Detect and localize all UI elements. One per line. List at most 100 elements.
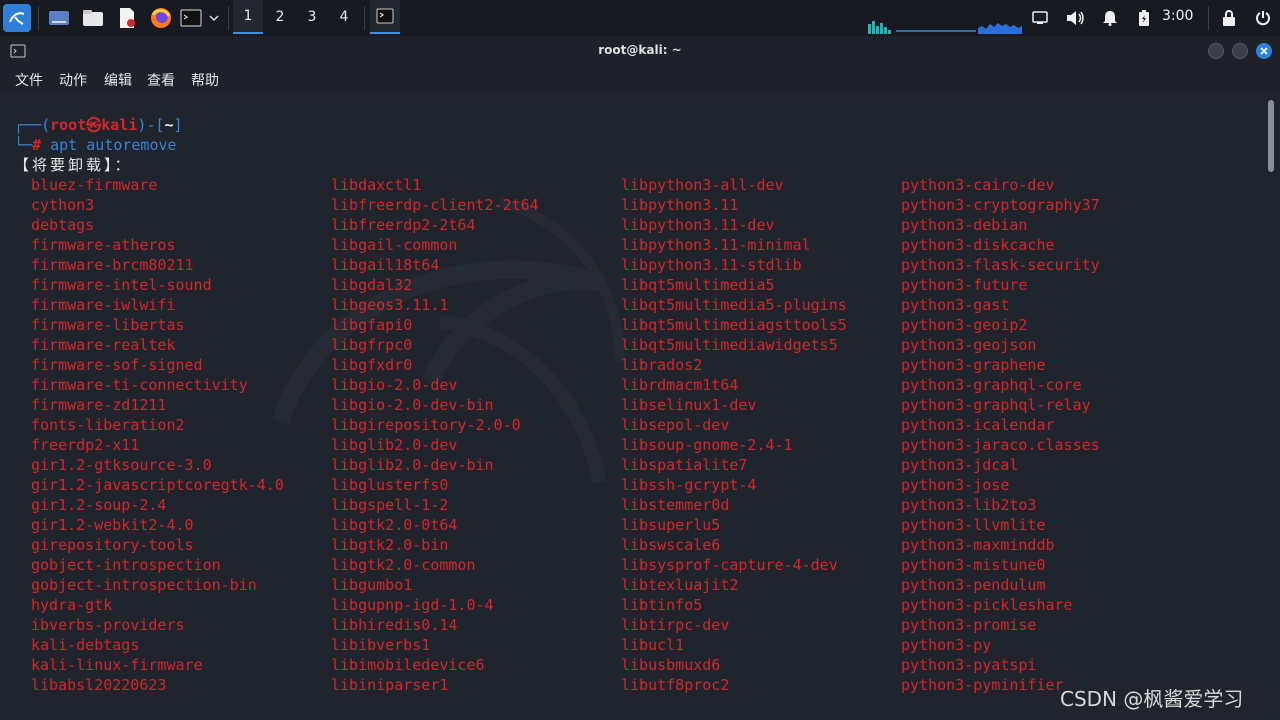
package-item: firmware-libertas [31, 316, 185, 334]
package-item: libgio-2.0-dev [331, 376, 458, 394]
package-item: libpython3.11-minimal [621, 236, 811, 254]
package-item: libtexluajit2 [621, 576, 739, 594]
menu-help[interactable]: 帮助 [191, 70, 219, 90]
workspace-2[interactable]: 2 [265, 0, 295, 34]
package-item: girepository-tools [31, 536, 194, 554]
menubar: 文件 动作 编辑 查看 帮助 [0, 64, 1280, 92]
package-item: libsysprof-capture-4-dev [621, 556, 838, 574]
package-item: libswscale6 [621, 536, 721, 554]
package-item: gobject-introspection [31, 556, 221, 574]
command-line: └─# apt autoremove [14, 135, 177, 155]
package-item: libfreerdp-client2-2t64 [331, 196, 539, 214]
package-item: libucl1 [621, 636, 685, 654]
package-item: libimobiledevice6 [331, 656, 485, 674]
package-item: python3-debian [901, 216, 1028, 234]
package-item: firmware-iwlwifi [31, 296, 176, 314]
menu-file[interactable]: 文件 [15, 70, 43, 90]
package-item: libiniparser1 [331, 676, 449, 694]
package-item: gir1.2-gtksource-3.0 [31, 456, 212, 474]
package-item: libgtk2.0-0t64 [331, 516, 458, 534]
terminal-launcher-icon[interactable] [178, 4, 204, 32]
workspace-4[interactable]: 4 [329, 0, 359, 34]
package-item: python3-geojson [901, 336, 1037, 354]
minimize-icon[interactable] [1208, 43, 1224, 59]
package-item: debtags [31, 216, 95, 234]
package-item: libgio-2.0-dev-bin [331, 396, 494, 414]
package-item: python3-lib2to3 [901, 496, 1037, 514]
terminal-output[interactable]: ┌──(root㉿kali)-[~] └─# apt autoremove 【将… [0, 92, 1280, 720]
package-item: libgeos3.11.1 [331, 296, 449, 314]
terminal-task-icon[interactable] [370, 0, 400, 34]
package-item: libglib2.0-dev-bin [331, 456, 494, 474]
close-icon[interactable] [1256, 43, 1272, 59]
package-item: libpython3-all-dev [621, 176, 784, 194]
package-item: python3-icalendar [901, 416, 1055, 434]
scrollbar-thumb[interactable] [1268, 100, 1274, 172]
file-manager-icon[interactable] [80, 4, 106, 32]
chevron-down-icon[interactable] [206, 4, 222, 32]
package-item: python3-future [901, 276, 1028, 294]
prompt-hash: # [32, 136, 42, 154]
package-item: libstemmer0d [621, 496, 730, 514]
battery-icon[interactable] [1134, 4, 1154, 32]
workspace-1[interactable]: 1 [233, 0, 263, 34]
package-item: libgdal32 [331, 276, 413, 294]
package-item: python3-maxminddb [901, 536, 1055, 554]
prompt-dir: ~ [164, 116, 174, 134]
window-titlebar[interactable]: root@kali: ~ [0, 36, 1280, 64]
workspace-3[interactable]: 3 [297, 0, 327, 34]
package-item: libglusterfs0 [331, 476, 449, 494]
menu-edit[interactable]: 编辑 [104, 70, 132, 90]
prompt-frame: └─ [14, 136, 33, 154]
package-item: librdmacm1t64 [621, 376, 739, 394]
package-item: python3-jaraco.classes [901, 436, 1100, 454]
maximize-icon[interactable] [1232, 43, 1248, 59]
clock[interactable]: 3:00 [1162, 8, 1193, 24]
prompt-frame: ┌──( [14, 116, 51, 134]
package-item: gir1.2-javascriptcoregtk-4.0 [31, 476, 284, 494]
package-item: python3-jdcal [901, 456, 1019, 474]
package-item: python3-diskcache [901, 236, 1055, 254]
package-item: libgfrpc0 [331, 336, 413, 354]
text-editor-icon[interactable] [114, 4, 140, 32]
kali-menu-icon[interactable] [3, 4, 31, 32]
package-item: python3-gast [901, 296, 1010, 314]
package-item: gobject-introspection-bin [31, 576, 257, 594]
cpu-graph-baseline [896, 30, 976, 32]
package-item: python3-py [901, 636, 992, 654]
prompt-user: root㉿kali [50, 116, 138, 134]
package-item: fonts-liberation2 [31, 416, 185, 434]
prompt-frame: )-[ [137, 116, 165, 134]
menu-view[interactable]: 查看 [147, 70, 175, 90]
package-item: python3-jose [901, 476, 1010, 494]
package-item: cython3 [31, 196, 95, 214]
window-title: root@kali: ~ [598, 43, 682, 57]
notification-bell-icon[interactable] [1100, 4, 1120, 32]
network-graph-icon [978, 18, 1022, 34]
lock-icon[interactable] [1218, 4, 1240, 32]
package-item: libtirpc-dev [621, 616, 730, 634]
package-item: python3-pickleshare [901, 596, 1073, 614]
package-item: libgumbo1 [331, 576, 413, 594]
package-item: python3-promise [901, 616, 1037, 634]
cpu-graph-icon [868, 18, 894, 34]
package-item: librados2 [621, 356, 703, 374]
package-item: kali-debtags [31, 636, 140, 654]
package-item: firmware-atheros [31, 236, 176, 254]
prompt-line: ┌──(root㉿kali)-[~] [14, 115, 183, 135]
firefox-icon[interactable] [148, 4, 174, 32]
panel-divider [1208, 6, 1209, 30]
package-item: libgupnp-igd-1.0-4 [331, 596, 494, 614]
show-desktop-icon[interactable] [46, 4, 72, 32]
package-item: python3-pyatspi [901, 656, 1037, 674]
package-item: libdaxctl1 [331, 176, 422, 194]
menu-actions[interactable]: 动作 [59, 70, 87, 90]
package-item: libgail-common [331, 236, 458, 254]
volume-icon[interactable] [1064, 4, 1086, 32]
top-panel: 1 2 3 4 3:00 [0, 0, 1280, 36]
package-item: freerdp2-x11 [31, 436, 140, 454]
panel-divider [38, 6, 39, 30]
display-icon[interactable] [1030, 4, 1050, 32]
power-icon[interactable] [1252, 4, 1274, 32]
package-item: libqt5multimediagsttools5 [621, 316, 847, 334]
